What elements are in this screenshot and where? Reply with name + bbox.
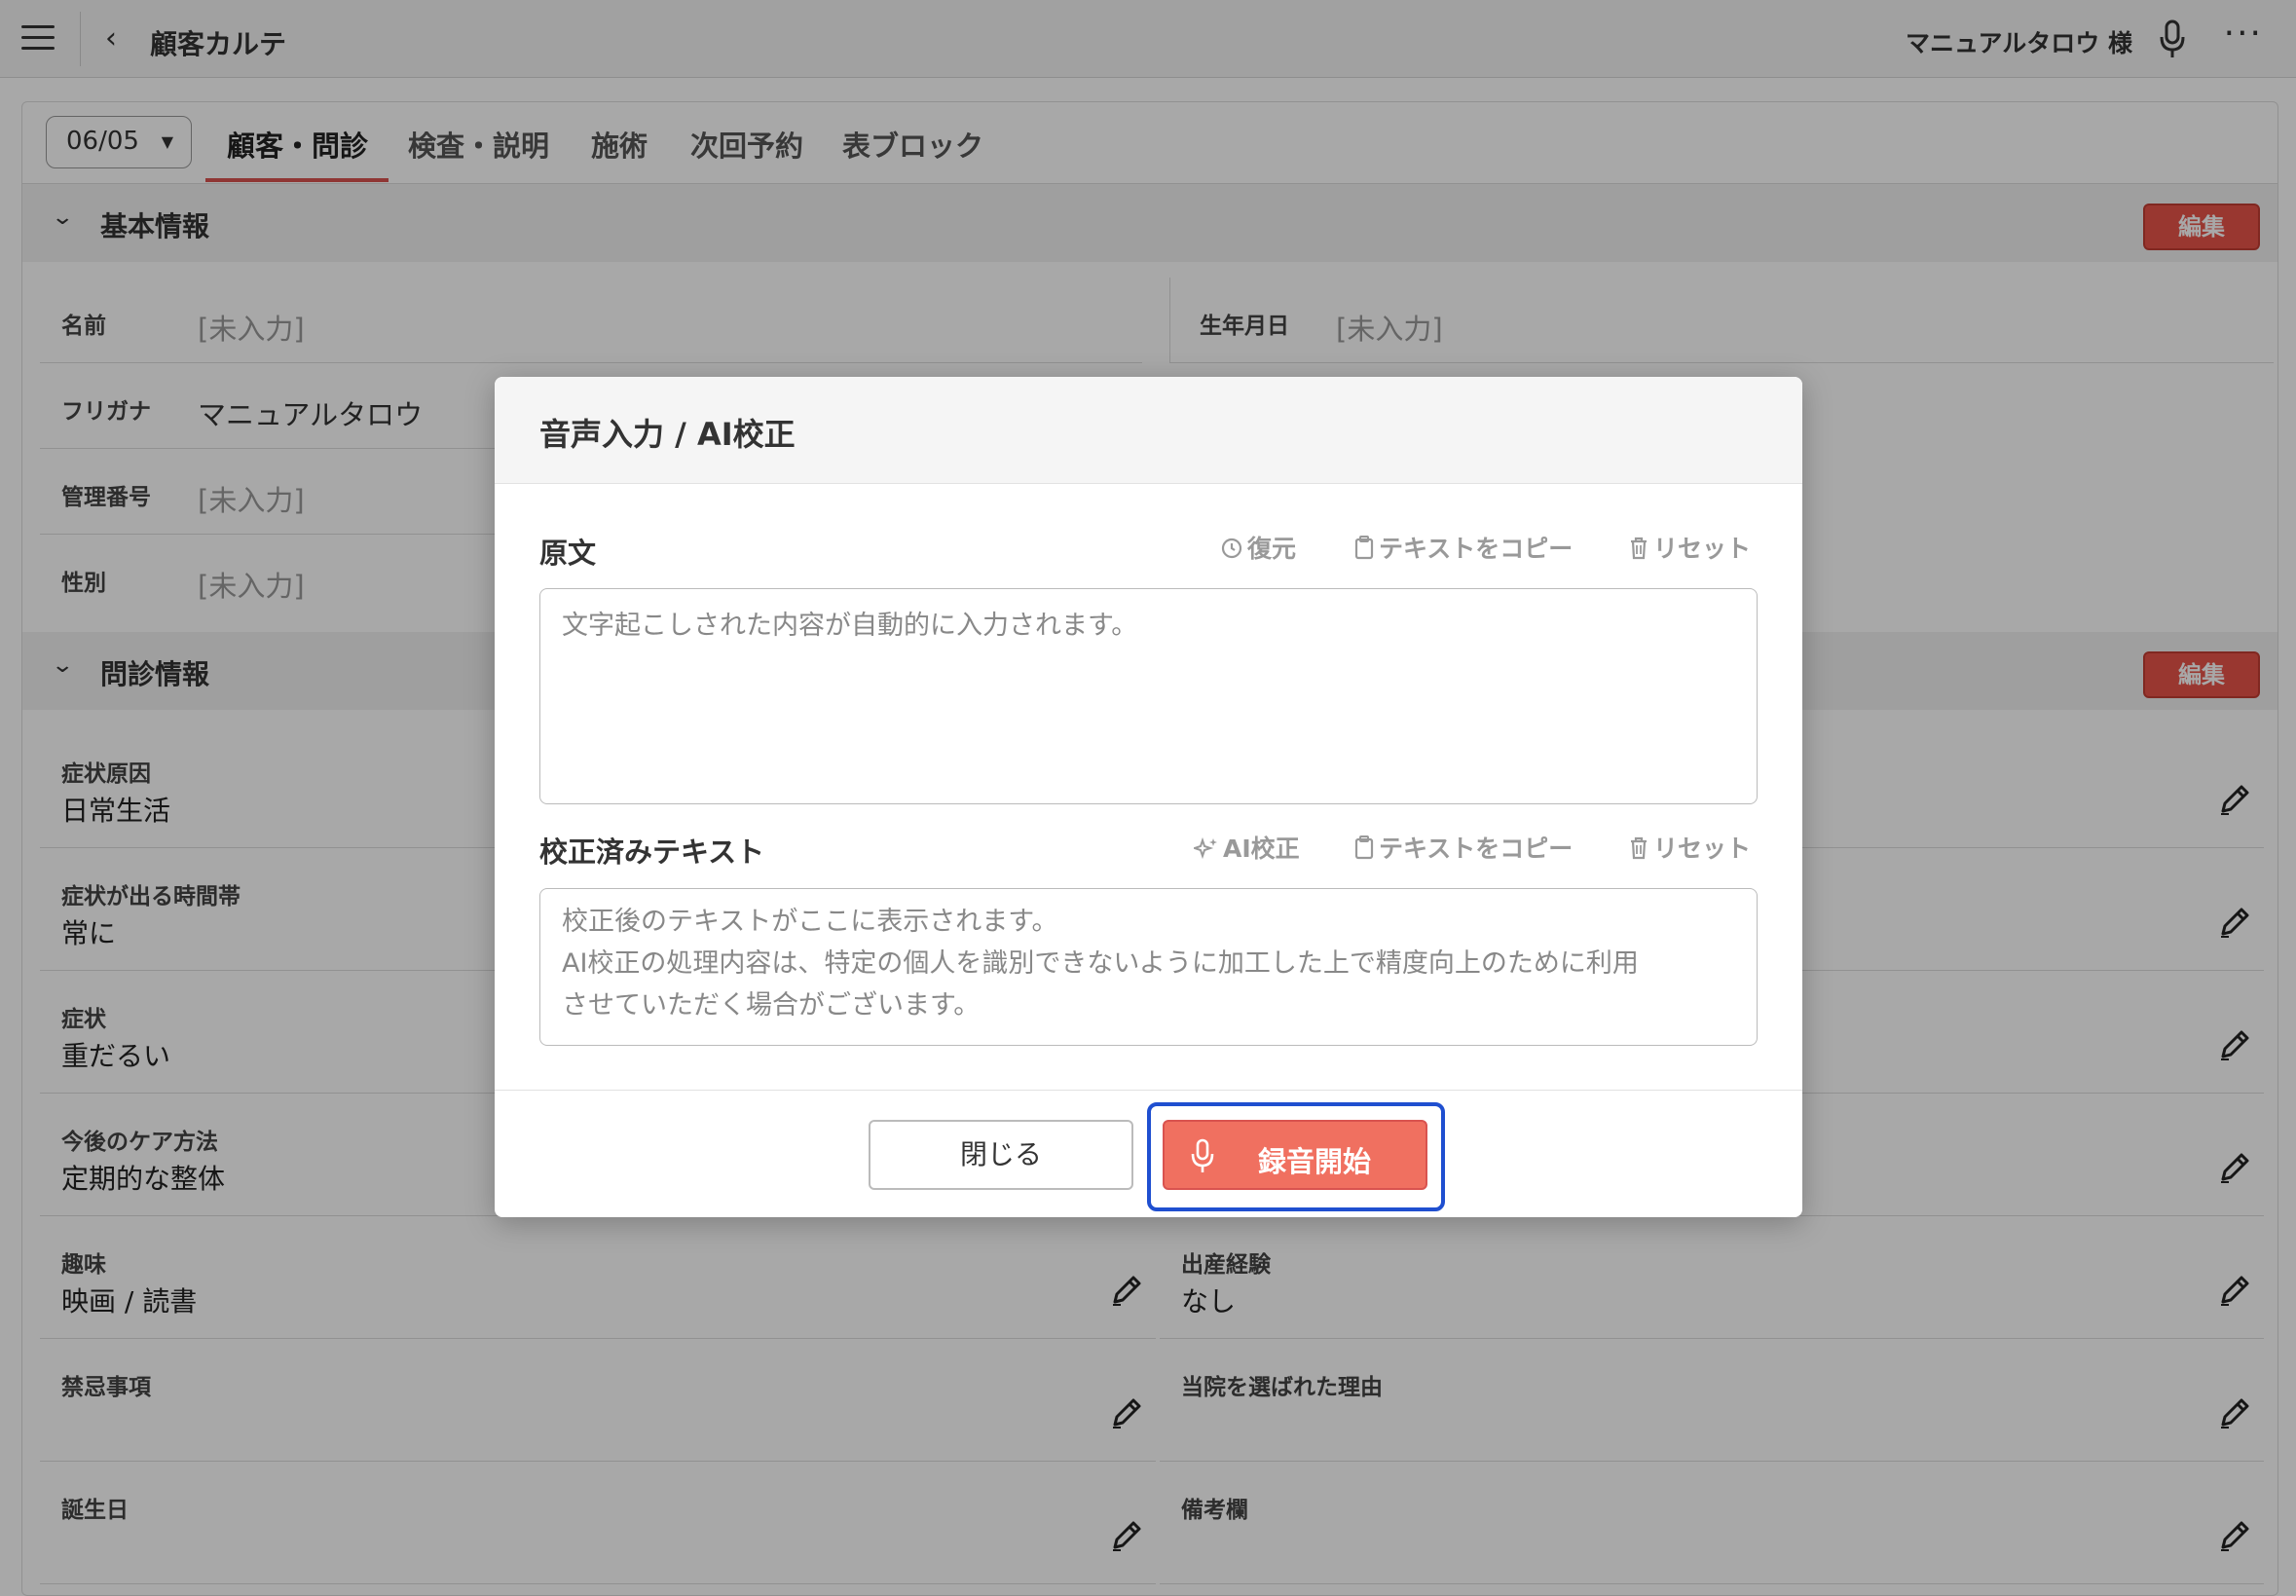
- clock-icon: [1221, 538, 1242, 559]
- trash-icon: [1631, 537, 1647, 560]
- clipboard-icon: [1354, 835, 1374, 860]
- corrected-placeholder-line: AI校正の処理内容は、特定の個人を識別できないように加工した上で精度向上のために…: [562, 948, 1639, 979]
- modal-title: 音声入力 / AI校正: [539, 416, 796, 453]
- reset-label: リセット: [1653, 535, 1752, 563]
- corrected-placeholder-line: させていただく場合がございます。: [562, 990, 981, 1021]
- original-text-label: 原文: [539, 537, 597, 570]
- copy-label: テキストをコピー: [1379, 535, 1574, 563]
- original-textarea[interactable]: 文字起こしされた内容が自動的に入力されます。: [539, 588, 1758, 804]
- close-button[interactable]: 閉じる: [869, 1120, 1133, 1190]
- clipboard-icon: [1354, 536, 1374, 560]
- reset-original-button[interactable]: リセット: [1628, 530, 1751, 565]
- modal-header: 音声入力 / AI校正: [495, 377, 1802, 484]
- sparkle-icon: [1191, 836, 1217, 860]
- trash-icon: [1631, 836, 1647, 860]
- corrected-text-label: 校正済みテキスト: [539, 835, 765, 869]
- highlight-annotation: [1147, 1102, 1445, 1211]
- corrected-placeholder-line: 校正後のテキストがここに表示されます。: [562, 907, 1058, 937]
- ai-correct-button[interactable]: AI校正: [1191, 830, 1300, 865]
- copy-label: テキストをコピー: [1379, 835, 1574, 863]
- voice-input-modal: 音声入力 / AI校正 原文 復元 テキストをコピー リセット 文字起こしされた…: [495, 377, 1802, 1217]
- reset-label: リセット: [1653, 835, 1752, 863]
- copy-original-button[interactable]: テキストをコピー: [1353, 530, 1573, 565]
- restore-label: 復元: [1247, 535, 1297, 563]
- copy-corrected-button[interactable]: テキストをコピー: [1353, 830, 1573, 865]
- ai-correct-label: AI校正: [1223, 835, 1300, 863]
- corrected-textarea[interactable]: 校正後のテキストがここに表示されます。 AI校正の処理内容は、特定の個人を識別で…: [539, 888, 1758, 1046]
- restore-button[interactable]: 復元: [1220, 530, 1296, 565]
- original-placeholder: 文字起こしされた内容が自動的に入力されます。: [562, 611, 1138, 641]
- reset-corrected-button[interactable]: リセット: [1628, 830, 1751, 865]
